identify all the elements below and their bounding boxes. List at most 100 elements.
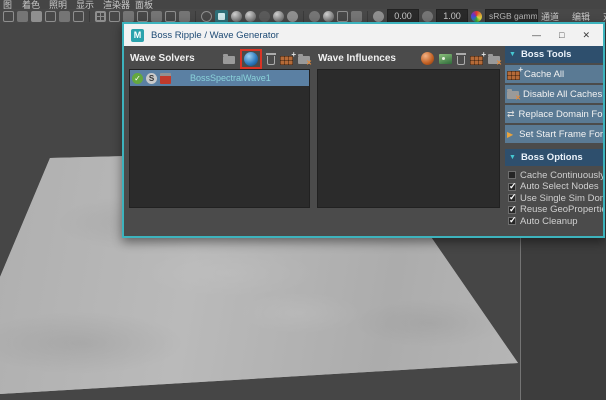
shaded-mode-icon[interactable] [215,10,228,23]
gamma-field[interactable]: 1.00 [436,9,468,23]
gamma-icon[interactable] [422,11,433,22]
wave-solvers-toolbar [223,49,310,69]
delete-solver-icon[interactable] [267,56,275,65]
boss-options-section: ▼ Boss Options Cache Continuously ✓ Auto… [505,149,603,227]
replace-domain-button[interactable]: ⇄ Replace Domain For A [505,105,603,123]
create-spectral-wave-icon[interactable] [244,52,258,66]
menu-lighting[interactable]: 照明 [49,0,67,9]
import-solver-icon[interactable] [223,56,235,64]
resolution-gate-icon[interactable] [123,11,134,22]
checkbox-icon [508,171,516,179]
checkbox-icon: ✓ [508,183,516,191]
menu-show[interactable]: 显示 [76,0,94,9]
wave-influences-toolbar [421,52,500,65]
annotation-red-box [240,49,262,69]
enabled-check-icon[interactable]: ✓ [132,73,143,84]
checkbox-label: Cache Continuously [520,170,603,181]
gate-mask-icon[interactable] [137,11,148,22]
ambient-occlusion-icon[interactable] [273,11,284,22]
wave-solvers-header: Wave Solvers [130,50,310,67]
viewport-toolbar: 0.00 1.00 sRGB gamma 通道 编辑 对象 [0,9,606,23]
channel-box-menu: 通道 编辑 对象 [541,10,606,23]
exposure-icon[interactable] [373,11,384,22]
boss-tools-label: Boss Tools [521,49,572,60]
boss-tools-header[interactable]: ▼ Boss Tools [505,46,603,63]
wave-influences-label: Wave Influences [318,53,396,64]
set-start-frame-button[interactable]: ▶ Set Start Frame For Al [505,125,603,143]
list-item[interactable]: ✓ S BossSpectralWave1 [130,70,309,86]
window-icon[interactable] [337,11,348,22]
checkbox-label: Auto Cleanup [520,216,578,227]
wave-solvers-list[interactable]: ✓ S BossSpectralWave1 [129,69,310,208]
channel-box-menu-channels[interactable]: 通道 [541,10,559,23]
delete-influence-icon[interactable] [457,56,465,65]
checkbox-icon: ✓ [508,194,516,202]
lock-camera-icon[interactable] [17,11,28,22]
shadows-icon[interactable] [259,11,270,22]
cache-all-button[interactable]: Cache All [505,65,603,83]
cache-solver-icon[interactable] [280,56,293,65]
dialog-body: Wave Solvers ✓ S BossSpectralWa [124,46,603,236]
checkbox-cache-continuously[interactable]: Cache Continuously [505,170,603,181]
wireframe-icon[interactable] [201,11,212,22]
disable-solver-cache-icon[interactable] [298,56,310,64]
set-start-frame-icon: ▶ [507,130,513,139]
safe-action-icon[interactable] [165,11,176,22]
exposure-field[interactable]: 0.00 [387,9,419,23]
maximize-button[interactable]: □ [559,30,564,40]
camera-attributes-icon[interactable] [31,11,42,22]
maya-application: 图 着色 照明 显示 渲染器 面板 0.0 [0,0,606,400]
textured-mode-icon[interactable] [231,11,242,22]
channel-box-menu-edit[interactable]: 编辑 [572,10,590,23]
button-label: Replace Domain For A [519,109,603,120]
isolate-select-icon[interactable] [309,11,320,22]
solo-badge-icon[interactable]: S [146,73,157,84]
boss-options-header[interactable]: ▼ Boss Options [505,149,603,166]
toolbar-separator [195,11,196,22]
grid-icon[interactable] [95,11,106,22]
image-influence-icon[interactable] [439,54,452,64]
cache-influence-icon[interactable] [470,56,483,65]
boss-tools-column: ▼ Boss Tools Cache All Disable All Cache… [505,46,603,236]
checkbox-use-single-sim-domain[interactable]: ✓ Use Single Sim Domain [505,193,603,204]
safe-title-icon[interactable] [179,11,190,22]
create-influence-icon[interactable] [421,52,434,65]
color-management-icon[interactable] [471,11,482,22]
cache-all-icon [507,71,520,80]
menu-renderer[interactable]: 渲染器 [103,0,130,9]
film-gate-icon[interactable] [109,11,120,22]
checkbox-auto-cleanup[interactable]: ✓ Auto Cleanup [505,216,603,227]
maya-logo-icon: M [131,29,144,42]
toolbar-separator [89,11,90,22]
disable-influence-cache-icon[interactable] [488,56,500,64]
select-camera-icon[interactable] [3,11,14,22]
disable-all-caches-button[interactable]: Disable All Caches [505,85,603,103]
clipboard-icon[interactable] [351,11,362,22]
image-plane-icon[interactable] [59,11,70,22]
close-button[interactable]: ✕ [582,30,590,40]
pan-zoom-icon[interactable] [73,11,84,22]
checkbox-auto-select-nodes[interactable]: ✓ Auto Select Nodes [505,181,603,192]
menu-view[interactable]: 图 [3,0,12,9]
checkbox-label: Use Single Sim Domain [520,193,603,204]
wave-solvers-label: Wave Solvers [130,53,195,64]
disable-all-caches-icon [507,91,519,99]
menu-panels[interactable]: 面板 [135,0,153,9]
field-chart-icon[interactable] [151,11,162,22]
minimize-button[interactable]: — [532,30,541,40]
bookmark-icon[interactable] [45,11,56,22]
wave-influences-list[interactable] [317,69,500,208]
checkbox-icon: ✓ [508,206,516,214]
button-label: Disable All Caches [523,89,602,100]
chevron-down-icon: ▼ [509,51,516,58]
motion-blur-icon[interactable] [287,11,298,22]
xray-icon[interactable] [323,11,334,22]
dialog-titlebar[interactable]: M Boss Ripple / Wave Generator — □ ✕ [124,24,603,46]
checkbox-label: Auto Select Nodes [520,181,599,192]
boss-options-label: Boss Options [521,152,583,163]
cache-state-icon[interactable] [160,73,171,84]
checkbox-label: Reuse GeoProperties [520,204,603,215]
checkbox-reuse-geoproperties[interactable]: ✓ Reuse GeoProperties [505,204,603,215]
menu-shading[interactable]: 着色 [22,0,40,9]
use-all-lights-icon[interactable] [245,11,256,22]
